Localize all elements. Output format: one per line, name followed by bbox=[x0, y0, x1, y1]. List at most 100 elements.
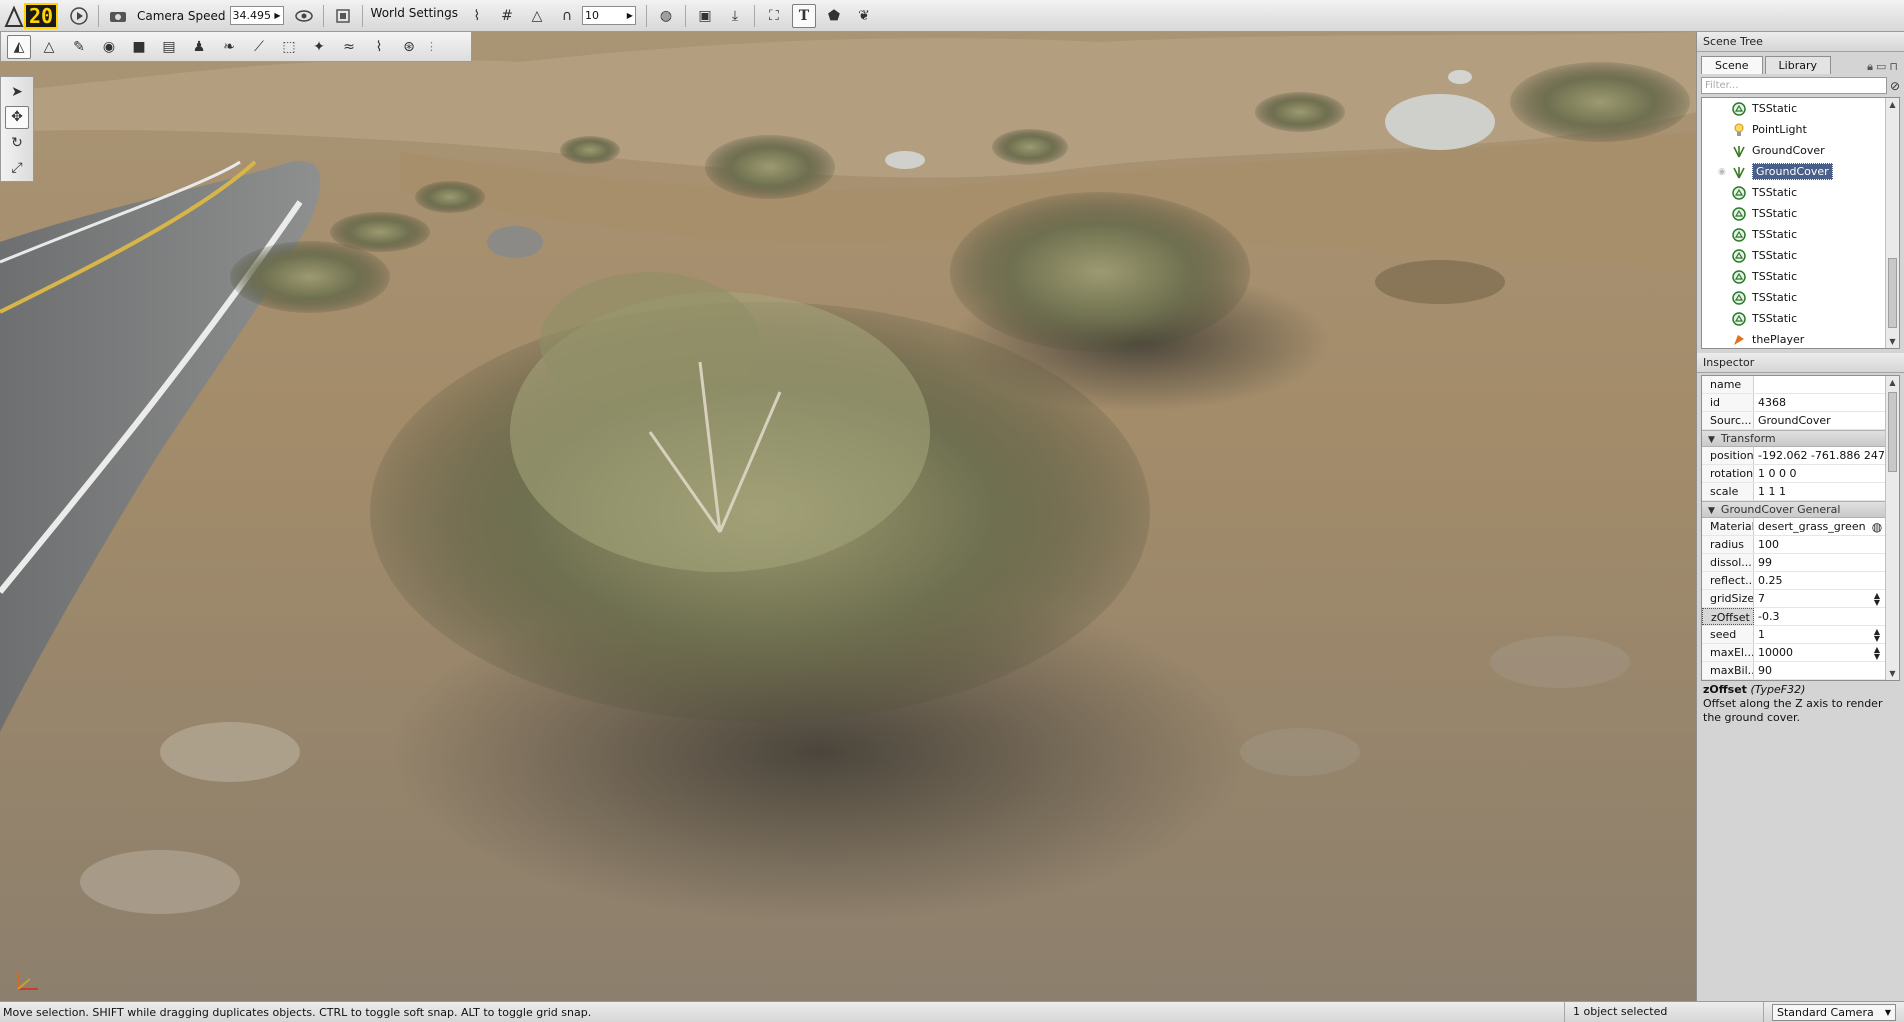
object-editor-icon[interactable]: ◭ bbox=[7, 34, 31, 59]
property-value-field[interactable]: -192.062 -761.886 247.141 bbox=[1754, 447, 1899, 464]
tree-item-label: GroundCover bbox=[1752, 163, 1833, 180]
text-icon[interactable]: T bbox=[791, 3, 816, 28]
help-field-type: (TypeF32) bbox=[1750, 683, 1806, 696]
shape-editor-icon[interactable]: ⊛ bbox=[397, 35, 421, 59]
chevron-right-icon[interactable]: ▶ bbox=[627, 11, 633, 20]
grid-size-field[interactable]: 10 ▶ bbox=[581, 6, 636, 25]
property-value-field[interactable]: 100 bbox=[1754, 536, 1899, 553]
tree-item[interactable]: thePlayer bbox=[1702, 329, 1899, 348]
general-group-label: GroundCover General bbox=[1720, 503, 1841, 516]
shape-icon[interactable]: ⬟ bbox=[822, 4, 846, 28]
lock-icon[interactable]: 🔒︎ bbox=[1867, 60, 1873, 74]
spinner-icon[interactable]: ▲ ▼ bbox=[1871, 645, 1883, 660]
property-value-field[interactable]: 1 1 1 bbox=[1754, 483, 1899, 500]
camera-icon[interactable] bbox=[106, 4, 130, 28]
general-group-header[interactable]: ▼ GroundCover General bbox=[1702, 501, 1899, 518]
property-value-field[interactable]: 1 0 0 0 bbox=[1754, 465, 1899, 482]
property-value-field[interactable]: 0.25 bbox=[1754, 572, 1899, 589]
chevron-down-icon[interactable]: ▼ bbox=[1885, 1008, 1891, 1017]
folder-icon[interactable]: ▭ bbox=[1876, 60, 1886, 74]
scroll-down-arrow-icon[interactable]: ▼ bbox=[1886, 667, 1899, 680]
magnet-icon[interactable]: ∩ bbox=[555, 4, 579, 28]
scroll-thumb[interactable] bbox=[1888, 258, 1897, 328]
decal-editor-icon[interactable]: ♟ bbox=[187, 35, 211, 59]
trash-icon[interactable]: ⊓ bbox=[1889, 60, 1898, 74]
tree-item[interactable]: ◉ GroundCover bbox=[1702, 161, 1899, 182]
filter-row: Filter... ⊘ bbox=[1697, 74, 1904, 97]
tree-item-label: TSStatic bbox=[1752, 291, 1798, 304]
camera-speed-field[interactable]: 34.495 ▶ bbox=[229, 6, 284, 25]
property-value-field[interactable]: 4368 bbox=[1754, 394, 1899, 411]
snap-icon[interactable]: ⌇ bbox=[465, 4, 489, 28]
tsstatic-icon bbox=[1732, 227, 1746, 242]
mesh-road-editor-icon[interactable]: ⟋ bbox=[247, 35, 271, 59]
tree-scrollbar[interactable]: ▲ ▼ bbox=[1885, 98, 1899, 348]
tab-scene[interactable]: Scene bbox=[1701, 56, 1763, 74]
toolbar-grip-icon[interactable]: ⋮ bbox=[426, 40, 437, 53]
spinner-icon[interactable]: ▲ ▼ bbox=[1871, 591, 1883, 606]
material-picker-icon[interactable]: ◍ bbox=[1871, 519, 1883, 535]
property-value-field[interactable]: -0.3 bbox=[1754, 608, 1899, 625]
scale-tool-icon[interactable]: ⤢ bbox=[5, 157, 29, 181]
particle-editor-icon[interactable]: ✦ bbox=[307, 35, 331, 59]
grid-snap-icon[interactable]: # bbox=[495, 4, 519, 28]
screenshot-icon[interactable] bbox=[331, 4, 355, 28]
world-settings-button[interactable]: World Settings bbox=[371, 6, 458, 20]
forest-editor-icon[interactable]: ❧ bbox=[217, 35, 241, 59]
tree-item[interactable]: TSStatic bbox=[1702, 287, 1899, 308]
scroll-thumb[interactable] bbox=[1888, 392, 1897, 472]
rotate-tool-icon[interactable]: ↻ bbox=[5, 131, 29, 155]
tree-item[interactable]: TSStatic bbox=[1702, 203, 1899, 224]
tab-library[interactable]: Library bbox=[1764, 56, 1832, 74]
inspector-scrollbar[interactable]: ▲ ▼ bbox=[1885, 376, 1899, 680]
tree-rows: TSStatic PointLight GroundCover ◉ GroundCove… bbox=[1702, 98, 1899, 348]
terrain-snap-icon[interactable]: △ bbox=[525, 4, 549, 28]
camera-select[interactable]: Standard Camera ▼ bbox=[1772, 1003, 1896, 1021]
tree-item[interactable]: GroundCover bbox=[1702, 140, 1899, 161]
select-arrow-icon[interactable]: ➤ bbox=[5, 80, 29, 104]
datablock-editor-icon[interactable]: ▤ bbox=[157, 35, 181, 59]
property-value-field[interactable]: 99 bbox=[1754, 554, 1899, 571]
drop-to-ground-icon[interactable]: ⤓ bbox=[723, 4, 747, 28]
collapse-arrow-icon[interactable]: ▼ bbox=[1708, 506, 1715, 516]
sketch-tool-icon[interactable]: ■ bbox=[127, 35, 151, 59]
clear-filter-icon[interactable]: ⊘ bbox=[1890, 79, 1900, 93]
move-tool-icon[interactable]: ✥ bbox=[5, 105, 29, 129]
transform-group-header[interactable]: ▼ Transform bbox=[1702, 430, 1899, 447]
tree-item[interactable]: TSStatic bbox=[1702, 308, 1899, 329]
property-value-field[interactable]: 90 bbox=[1754, 662, 1899, 679]
visibility-eye-icon[interactable] bbox=[292, 4, 316, 28]
play-button[interactable] bbox=[67, 4, 91, 28]
bounds-icon[interactable]: ▣ bbox=[693, 4, 717, 28]
fit-view-icon[interactable]: ⛶ bbox=[762, 4, 786, 28]
terrain-editor-icon[interactable]: △ bbox=[37, 35, 61, 59]
mission-area-editor-icon[interactable]: ⬚ bbox=[277, 35, 301, 59]
material-editor-icon[interactable]: ◉ bbox=[97, 35, 121, 59]
tree-item-label: TSStatic bbox=[1752, 207, 1798, 220]
tree-item[interactable]: TSStatic bbox=[1702, 182, 1899, 203]
bird-icon[interactable]: ❦ bbox=[852, 4, 876, 28]
property-value-field[interactable]: GroundCover bbox=[1754, 412, 1899, 429]
filter-input[interactable]: Filter... bbox=[1701, 77, 1887, 94]
chevron-right-icon[interactable]: ▶ bbox=[274, 11, 280, 20]
terrain-painter-icon[interactable]: ✎ bbox=[67, 35, 91, 59]
tree-item[interactable]: PointLight bbox=[1702, 119, 1899, 140]
scene-tree-list[interactable]: TSStatic PointLight GroundCover ◉ GroundCove… bbox=[1701, 97, 1900, 349]
spinner-icon[interactable]: ▲ ▼ bbox=[1871, 627, 1883, 642]
river-editor-icon[interactable]: ≈ bbox=[337, 35, 361, 59]
scroll-up-arrow-icon[interactable]: ▲ bbox=[1886, 98, 1899, 111]
tree-item[interactable]: TSStatic bbox=[1702, 245, 1899, 266]
tree-item[interactable]: TSStatic bbox=[1702, 224, 1899, 245]
road-editor-icon[interactable]: ⌇ bbox=[367, 35, 391, 59]
property-value-field[interactable] bbox=[1754, 376, 1899, 393]
scroll-up-arrow-icon[interactable]: ▲ bbox=[1886, 376, 1899, 389]
scene-tree-title: Scene Tree bbox=[1697, 32, 1904, 52]
tree-item[interactable]: TSStatic bbox=[1702, 98, 1899, 119]
visibility-eye-icon[interactable]: ◉ bbox=[1718, 167, 1730, 177]
3d-viewport[interactable] bbox=[0, 32, 1696, 1001]
property-row: Sourc... GroundCover bbox=[1702, 412, 1899, 430]
scroll-down-arrow-icon[interactable]: ▼ bbox=[1886, 335, 1899, 348]
tree-item[interactable]: TSStatic bbox=[1702, 266, 1899, 287]
globe-icon[interactable]: ◍ bbox=[654, 4, 678, 28]
collapse-arrow-icon[interactable]: ▼ bbox=[1708, 435, 1715, 445]
